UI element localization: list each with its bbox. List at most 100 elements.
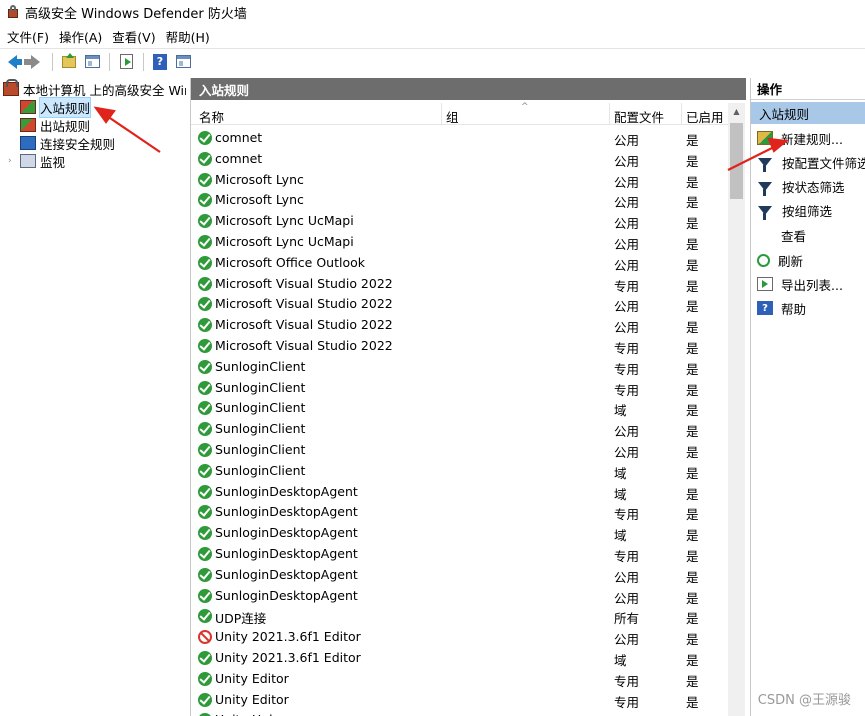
column-enabled[interactable]: 已启用 — [686, 107, 724, 126]
menu-action[interactable]: 操作(A) — [56, 27, 109, 46]
rule-name: SunloginClient — [215, 400, 306, 416]
table-row[interactable]: Microsoft Visual Studio 2022 公用 是 — [191, 314, 728, 335]
action-label: 按组筛选 — [782, 203, 833, 219]
table-row[interactable]: comnet 公用 是 — [191, 148, 728, 169]
rule-profile: 公用 — [614, 237, 640, 252]
rule-name: Unity 2021.3.6f1 Editor — [215, 650, 361, 665]
table-row[interactable]: SunloginDesktopAgent 域 是 — [191, 522, 728, 543]
table-row[interactable]: SunloginClient 域 是 — [191, 460, 728, 481]
column-profile[interactable]: 配置文件 — [614, 107, 664, 126]
tree-item-connection-security-rules[interactable]: 连接安全规则 — [20, 134, 115, 152]
rule-name: Microsoft Lync UcMapi — [215, 213, 354, 229]
table-row[interactable]: Unity Editor 专用 是 — [191, 689, 728, 710]
scroll-up-icon[interactable]: ▲ — [728, 103, 745, 119]
table-row[interactable]: SunloginDesktopAgent 公用 是 — [191, 564, 728, 585]
table-row[interactable]: Microsoft Lync 公用 是 — [191, 169, 728, 190]
rule-profile: 公用 — [614, 153, 640, 169]
table-row[interactable]: comnet 公用 是 — [191, 127, 728, 148]
export-list-button[interactable] — [116, 52, 136, 72]
table-row[interactable]: SunloginDesktopAgent 专用 是 — [191, 501, 728, 522]
scroll-thumb[interactable] — [730, 123, 743, 199]
title-bar: 高级安全 Windows Defender 防火墙 — [0, 0, 865, 24]
rule-enabled: 是 — [686, 216, 699, 232]
back-button[interactable] — [2, 52, 22, 72]
tree-item-monitoring[interactable]: › 监视 — [8, 152, 65, 170]
table-row[interactable]: UDP连接 所有 是 — [191, 605, 728, 626]
column-divider[interactable] — [681, 103, 682, 125]
table-row[interactable]: SunloginClient 公用 是 — [191, 418, 728, 439]
vertical-scrollbar[interactable]: ▲ — [728, 103, 745, 716]
allow-rule-icon — [198, 547, 212, 561]
tree-root[interactable]: 本地计算机 上的高级安全 Windows Defender 防火墙 — [3, 79, 186, 98]
rule-name: SunloginDesktopAgent — [215, 546, 358, 561]
menu-file[interactable]: 文件(F) — [4, 27, 56, 46]
tree-item-label: 出站规则 — [40, 118, 91, 134]
rule-name: SunloginDesktopAgent — [215, 566, 358, 582]
rule-name: SunloginDesktopAgent — [215, 587, 358, 603]
rule-enabled: 是 — [686, 299, 699, 315]
table-row[interactable]: Microsoft Lync 公用 是 — [191, 189, 728, 210]
column-name[interactable]: 名称 — [199, 107, 224, 126]
action-item[interactable]: 刷新 — [751, 249, 803, 271]
table-row[interactable]: SunloginClient 域 是 — [191, 397, 728, 418]
table-row[interactable]: Unity 2021.3.6f1 Editor 公用 是 — [191, 626, 728, 647]
rule-profile: 公用 — [614, 424, 640, 440]
refresh-icon — [757, 253, 770, 267]
tree-item-outbound-rules[interactable]: 出站规则 — [20, 116, 90, 134]
action-item[interactable]: 导出列表... — [751, 273, 843, 295]
action-label: 按配置文件筛选 — [782, 155, 865, 171]
action-item[interactable]: 按状态筛选 — [751, 175, 845, 197]
allow-rule-icon — [198, 214, 212, 229]
column-divider[interactable] — [441, 103, 442, 125]
help-icon: ? — [153, 53, 167, 70]
up-level-button[interactable] — [59, 52, 79, 72]
rule-enabled: 是 — [686, 507, 699, 523]
table-row[interactable]: Unity Editor 专用 是 — [191, 668, 728, 689]
table-row[interactable]: Microsoft Lync UcMapi 公用 是 — [191, 231, 728, 252]
action-item[interactable]: 按组筛选 — [751, 199, 832, 221]
allow-rule-icon — [198, 131, 212, 145]
action-item[interactable]: 查看 — [751, 224, 806, 246]
expand-chevron-icon[interactable]: › — [8, 156, 18, 166]
table-row[interactable]: SunloginDesktopAgent 公用 是 — [191, 585, 728, 606]
table-row[interactable]: Microsoft Visual Studio 2022 专用 是 — [191, 335, 728, 356]
show-hide-tree-button[interactable] — [82, 52, 102, 72]
action-item[interactable]: 按配置文件筛选 — [751, 151, 865, 173]
rule-profile: 公用 — [614, 590, 640, 606]
show-action-pane-button[interactable] — [173, 52, 193, 72]
table-row[interactable]: SunloginClient 专用 是 — [191, 356, 728, 377]
table-row[interactable]: SunloginClient 专用 是 — [191, 377, 728, 398]
table-row[interactable]: Unity 2021.3.6f1 Editor 域 是 — [191, 647, 728, 668]
rule-profile: 公用 — [614, 195, 640, 211]
allow-rule-icon — [198, 422, 212, 437]
allow-rule-icon — [198, 297, 212, 312]
table-row[interactable]: Microsoft Visual Studio 2022 公用 是 — [191, 293, 728, 314]
table-row[interactable]: Microsoft Visual Studio 2022 专用 是 — [191, 273, 728, 294]
forward-button[interactable] — [23, 52, 45, 72]
table-row[interactable]: Microsoft Lync UcMapi 公用 是 — [191, 210, 728, 231]
window-title: 高级安全 Windows Defender 防火墙 — [25, 6, 247, 22]
rule-enabled: 是 — [686, 611, 699, 627]
table-row[interactable]: SunloginClient 公用 是 — [191, 439, 728, 460]
column-group[interactable]: 组 — [446, 107, 459, 126]
help-icon: ? — [757, 301, 773, 315]
actions-section-inbound-rules[interactable]: 入站规则 — [751, 102, 865, 124]
rule-profile: 公用 — [614, 257, 640, 273]
help-button[interactable]: ? — [150, 52, 170, 72]
tree-item-inbound-rules[interactable]: 入站规则 — [20, 96, 92, 118]
console-tree: 本地计算机 上的高级安全 Windows Defender 防火墙 入站规则 出… — [0, 78, 186, 716]
table-row[interactable]: SunloginDesktopAgent 专用 是 — [191, 543, 728, 564]
menu-help[interactable]: 帮助(H) — [163, 27, 217, 46]
table-row[interactable]: SunloginDesktopAgent 域 是 — [191, 481, 728, 502]
rule-profile: 公用 — [614, 569, 640, 585]
action-item[interactable]: ? 帮助 — [751, 297, 806, 319]
action-item[interactable]: 新建规则... — [751, 127, 843, 149]
menu-view[interactable]: 查看(V) — [109, 27, 162, 46]
table-row[interactable]: Unity Hub 域 是 — [191, 709, 728, 716]
table-row[interactable]: Microsoft Office Outlook 公用 是 — [191, 252, 728, 273]
allow-rule-icon — [198, 609, 212, 624]
console-tree-icon — [84, 55, 100, 68]
rule-name: Unity Editor — [215, 691, 289, 707]
column-divider[interactable] — [609, 103, 610, 125]
allow-rule-icon — [198, 276, 212, 291]
